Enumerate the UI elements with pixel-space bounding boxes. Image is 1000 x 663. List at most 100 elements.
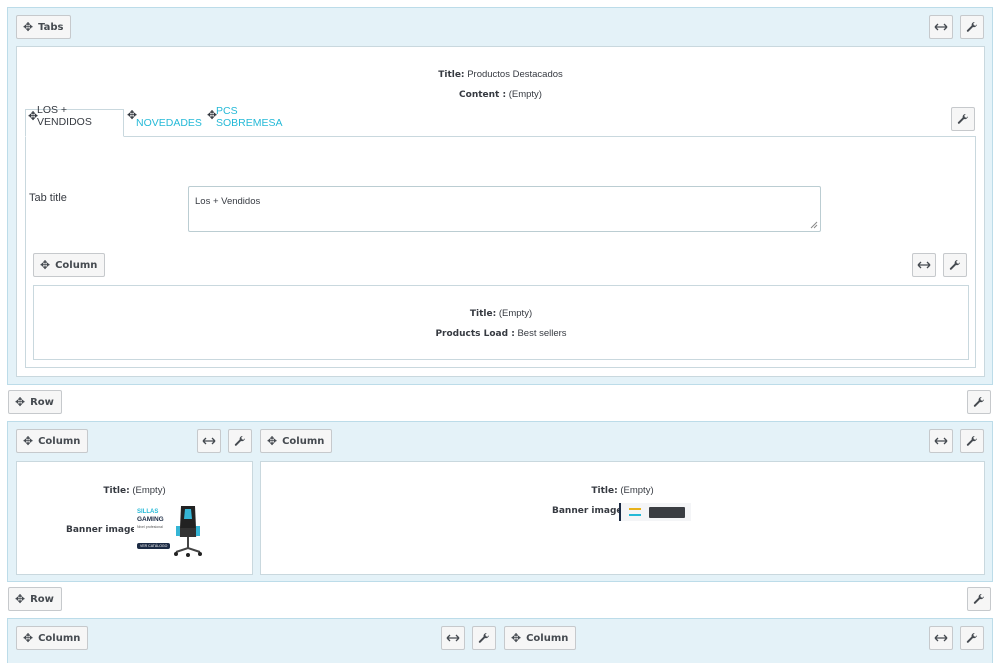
column-move-button[interactable]: ✥ Column (16, 626, 89, 650)
arrows-horizontal-icon (934, 23, 948, 31)
column-resize-button[interactable] (197, 429, 221, 453)
wrench-icon (966, 21, 977, 32)
tab-label: NOVEDADES (136, 117, 202, 129)
banner-line1: SILLAS (137, 509, 159, 515)
column-content-box: Title: (Empty) Banner image : SILLAS GAM… (16, 461, 253, 575)
arrows-horizontal-icon (202, 437, 216, 445)
tab-pane: Tab title Los + Vendidos ✥ Column Title:… (25, 136, 976, 368)
column-title-info: Title: (Empty) (261, 485, 984, 496)
tab-los-vendidos[interactable]: ✥ LOS + VENDIDOS (25, 104, 124, 137)
column-title-value: (Empty) (498, 308, 533, 319)
arrows-horizontal-icon (917, 261, 931, 269)
banner-line2: GAMING (137, 516, 164, 523)
column-settings-button[interactable] (943, 253, 967, 277)
column-resize-button[interactable] (912, 253, 936, 277)
column-move-button[interactable]: ✥ Column (16, 429, 89, 453)
move-icon: ✥ (15, 395, 26, 409)
tabs-content-info: Content : (Empty) (17, 89, 984, 100)
column-settings-button[interactable] (960, 626, 984, 650)
move-icon: ✥ (23, 20, 34, 34)
wrench-icon (957, 113, 968, 124)
row-settings-button[interactable] (967, 390, 991, 414)
column-move-label: Column (38, 632, 81, 644)
banner-image-key: Banner image : (552, 506, 630, 516)
wrench-icon (966, 632, 977, 643)
column-move-button[interactable]: ✥ Column (33, 253, 106, 277)
column-content-box: Title: (Empty) Banner image : (260, 461, 985, 575)
column-settings-button[interactable] (228, 429, 252, 453)
tabs-title-value: Productos Destacados (467, 69, 563, 80)
keyboard-icon (649, 507, 685, 518)
column-move-button[interactable]: ✥ Column (260, 429, 333, 453)
banner-logo-lines (629, 508, 641, 516)
column-title-info: Title: (Empty) (34, 308, 968, 319)
column-resize-button[interactable] (929, 429, 953, 453)
tabs-content-key: Content : (459, 90, 507, 100)
tab-title-input[interactable]: Los + Vendidos (188, 186, 821, 232)
tab-label: PCS SOBREMESA (216, 105, 283, 129)
move-icon: ✥ (23, 631, 34, 645)
banner-image-gaming-chair: SILLAS GAMING Nivel profesional VER CATÁ… (134, 503, 205, 559)
column-move-label: Column (282, 435, 325, 447)
wrench-icon (949, 259, 960, 270)
move-icon: ✥ (511, 631, 522, 645)
tabs-move-label: Tabs (38, 21, 64, 33)
column-move-label: Column (526, 632, 569, 644)
row-move-button[interactable]: ✥ Row (8, 587, 62, 611)
wrench-icon (973, 396, 984, 407)
column-title-value: (Empty) (620, 485, 654, 496)
banner-image-keyboard (619, 503, 691, 521)
column-title-key: Title: (469, 309, 497, 319)
column-title-key: Title: (591, 486, 618, 496)
column-title-key: Title: (103, 486, 130, 496)
tabs-title-key: Title: (438, 70, 465, 80)
tab-novedades[interactable]: ✥ NOVEDADES (125, 109, 203, 137)
wrench-icon (478, 632, 489, 643)
column-title-value: (Empty) (132, 485, 166, 496)
move-icon: ✥ (23, 434, 34, 448)
tabs-settings-button[interactable] (960, 15, 984, 39)
move-icon: ✥ (127, 108, 138, 122)
column-title-info: Title: (Empty) (17, 485, 252, 496)
column-settings-button[interactable] (472, 626, 496, 650)
column-move-label: Column (55, 259, 98, 271)
column-resize-button[interactable] (929, 626, 953, 650)
tabs-content-value: (Empty) (508, 89, 542, 100)
wrench-icon (234, 435, 245, 446)
column-move-button[interactable]: ✥ Column (504, 626, 577, 650)
column-resize-button[interactable] (441, 626, 465, 650)
row-settings-button[interactable] (967, 587, 991, 611)
arrows-horizontal-icon (934, 634, 948, 642)
move-icon: ✥ (267, 434, 278, 448)
move-icon: ✥ (40, 258, 51, 272)
tab-title-value: Los + Vendidos (195, 196, 261, 207)
banner-cta: VER CATÁLOGO (137, 543, 171, 549)
tabs-move-button[interactable]: ✥ Tabs (16, 15, 72, 39)
move-icon: ✥ (207, 108, 218, 122)
resize-grip-icon[interactable] (810, 221, 818, 229)
tabs-title-info: Title: Productos Destacados (17, 69, 984, 80)
tabs-panel: ✥ Tabs Title: Productos Destacados Conte… (7, 7, 993, 385)
banner-image-key: Banner image : (66, 525, 144, 535)
tabs-resize-button[interactable] (929, 15, 953, 39)
chair-icon (174, 506, 202, 557)
row-move-label: Row (30, 396, 54, 408)
arrows-horizontal-icon (934, 437, 948, 445)
column-content-box: Title: (Empty) Products Load : Best sell… (33, 285, 969, 360)
column-products-info: Products Load : Best sellers (34, 328, 968, 339)
row-move-button[interactable]: ✥ Row (8, 390, 62, 414)
column-products-value: Best sellers (517, 328, 567, 339)
tab-settings-button[interactable] (951, 107, 975, 131)
arrows-horizontal-icon (446, 634, 460, 642)
row-panel: ✥ Column ✥ Column (7, 618, 993, 663)
wrench-icon (973, 593, 984, 604)
tab-label: LOS + VENDIDOS (37, 104, 92, 128)
tab-pcs-sobremesa[interactable]: ✥ PCS SOBREMESA (205, 105, 305, 137)
column-products-key: Products Load : (435, 329, 515, 339)
banner-line3: Nivel profesional (137, 525, 163, 529)
wrench-icon (966, 435, 977, 446)
move-icon: ✥ (28, 109, 39, 123)
move-icon: ✥ (15, 592, 26, 606)
column-move-label: Column (38, 435, 81, 447)
column-settings-button[interactable] (960, 429, 984, 453)
